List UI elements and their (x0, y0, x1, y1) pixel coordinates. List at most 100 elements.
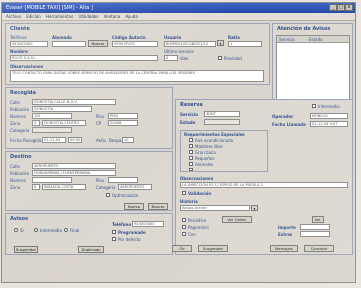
cliente-panel: Cliente Teléfono 943003400 Abonado Busca… (5, 23, 270, 85)
req-animales-label: Animales (195, 162, 214, 167)
destino-numero-label: Número (10, 178, 26, 183)
destino-zona-code[interactable]: 8 (32, 184, 40, 190)
telefono-label: Teléfono (10, 35, 27, 40)
title-bar: Evaser [MOBILE TAXI] [SIM] - Alta ] _ □ … (2, 3, 355, 13)
historia-label: Historia (180, 199, 198, 204)
fecha-llamada-label: Fecha Llamada (272, 122, 306, 127)
aviso-si-radio[interactable] (14, 228, 18, 232)
recogida-numero-label: Número (10, 114, 26, 119)
suspender-aviso-button[interactable]: Suspender (14, 246, 38, 253)
destino-title: Destino (10, 154, 32, 160)
ratio-input[interactable]: 1 (228, 41, 262, 47)
observaciones-cliente-field[interactable]: TELF. CONTACTO PARA DUDAS SOBRE SERVICIO… (10, 70, 264, 82)
menu-edicion[interactable]: Edición (26, 14, 40, 19)
requerimientos-title: Requerimientos Especiales (184, 132, 245, 137)
importe-label: Importe (278, 225, 296, 230)
recogida-calle-input[interactable]: DONOSTIA CALLE N.G.V (32, 99, 116, 105)
fecha-recogida-input[interactable]: 01-11-04 (42, 137, 66, 143)
nombre-input[interactable]: RO.FE S.A S.L (10, 55, 158, 61)
con-checkbox[interactable] (182, 232, 186, 236)
usuario-dropdown-icon[interactable]: ▾ (217, 40, 224, 46)
codigo-input[interactable]: 9590 MVCS (112, 41, 158, 47)
telefono-input[interactable]: 943003400 (10, 41, 48, 47)
destino-buscar-button[interactable]: Buscar (148, 203, 168, 210)
maximize-button[interactable]: □ (337, 4, 345, 11)
periodico-label: Periódico (188, 218, 207, 223)
reserva-intermedio-checkbox[interactable] (312, 104, 316, 108)
destino-numero-input[interactable] (32, 177, 72, 183)
req-baca-checkbox[interactable] (189, 150, 193, 154)
reserva-intermedio-label: Intermedio (318, 104, 340, 109)
codigo-label: Código Autoriz. (112, 35, 147, 40)
historia-dropdown-icon[interactable]: ▾ (251, 205, 258, 211)
destino-poblacion-input[interactable]: HONDARRIBIA / FUENTERRABIA (32, 170, 116, 176)
recogida-categoria-input[interactable] (32, 127, 72, 133)
menu-utilidades[interactable]: Utilidades (79, 14, 99, 19)
suspender-button[interactable]: Suspender (198, 245, 228, 252)
historia-select[interactable]: Avisos cliente (180, 205, 250, 211)
recogida-cp-input[interactable]: 20008 (108, 120, 138, 126)
req-pequenos-checkbox[interactable] (189, 156, 193, 160)
recogida-poblacion-input[interactable]: DONOSTIA (32, 106, 92, 112)
extras-label: Extras (278, 232, 293, 237)
menu-herramientas[interactable]: Herramientas (46, 14, 73, 19)
aviso-telefono-input[interactable]: 943003400 (132, 221, 164, 227)
validacion-label: Validación (188, 191, 212, 196)
close-button[interactable]: x (345, 4, 353, 11)
abonado-input[interactable] (52, 41, 86, 47)
periodico-checkbox[interactable] (182, 218, 186, 222)
prioridad-checkbox[interactable] (218, 56, 222, 60)
menu-archivo[interactable]: Archivo (6, 14, 21, 19)
fecha-llamada-input: 01-11-04 9:07 (310, 121, 348, 127)
buscar-cliente-button[interactable]: Buscar (88, 40, 108, 47)
reserva-observaciones-field[interactable]: LA DIRECCIÓN ES C/ ESPEJO DE LA PUEBLA 1 (180, 182, 348, 188)
recogida-piso-input[interactable]: PISO (108, 113, 138, 119)
defecto-checkbox[interactable] (112, 237, 116, 241)
col-servicio[interactable]: Servicio (279, 37, 295, 42)
req-maletero-checkbox[interactable] (189, 144, 193, 148)
extras-input[interactable] (300, 231, 330, 237)
destino-calle-input[interactable]: AEROPUERTO (32, 163, 116, 169)
destino-nuevo-button[interactable]: Nuevo (124, 203, 144, 210)
ok-button[interactable]: Ok (172, 245, 192, 252)
operador-label: Operador (272, 114, 294, 119)
antic-input[interactable]: 10 (122, 137, 134, 143)
duplicado-button[interactable]: Duplicado (78, 246, 104, 253)
ver-caled-button[interactable]: Ver Caled. (222, 216, 252, 223)
sel-button[interactable]: Sel. (312, 216, 324, 223)
usuario-label: Usuario (164, 35, 182, 40)
reserva-panel: Reserva Intermedio Servicio 3DNT Estado … (172, 99, 353, 255)
req-animales-checkbox[interactable] (189, 162, 193, 166)
destino-zona-input[interactable]: BIDASOA COSTA (42, 184, 86, 190)
aviso-final-radio[interactable] (64, 228, 68, 232)
aviso-intermedio-radio[interactable] (34, 228, 38, 232)
destino-piso-input[interactable] (108, 177, 138, 183)
dias-label: días (180, 56, 189, 61)
col-estado[interactable]: Estado (309, 37, 323, 42)
validacion-checkbox[interactable] (182, 191, 186, 195)
minimize-button[interactable]: _ (329, 4, 337, 11)
programado-checkbox[interactable] (112, 230, 116, 234)
con-label: Con (188, 232, 196, 237)
req-baca-label: Gran baca (195, 150, 216, 155)
pagomovil-checkbox[interactable] (182, 225, 186, 229)
req-aire-checkbox[interactable] (189, 138, 193, 142)
recogida-zona-code[interactable]: 3 (32, 120, 40, 126)
reserva-title: Reserva (180, 102, 203, 108)
mensajes-button[interactable]: Mensajes (270, 245, 298, 252)
menu-ayuda[interactable]: Ayuda (125, 14, 137, 19)
optimizacion-checkbox[interactable] (106, 193, 110, 197)
ratio-label: Ratio (228, 35, 240, 40)
usuario-input[interactable]: BOMB/010/CL/B/021/12 (164, 41, 216, 47)
recogida-zona-input[interactable]: DONOSTIA CENTRO (42, 120, 86, 126)
hora-recogida-input[interactable]: 09:30 (68, 137, 82, 143)
menu-ventana[interactable]: Ventana (104, 14, 120, 19)
app-window: Evaser [MOBILE TAXI] [SIM] - Alta ] _ □ … (1, 2, 356, 283)
importe-input[interactable] (300, 224, 330, 230)
destino-categoria-input[interactable]: AEROPUERTO (118, 184, 152, 190)
cancelar-button[interactable]: Cancelar (304, 245, 334, 252)
pagomovil-label: Pagomóvil (188, 225, 209, 230)
recogida-panel: Recogida Calle DONOSTIA CALLE N.G.V Pobl… (5, 87, 173, 149)
recogida-numero-input[interactable]: 101 (32, 113, 72, 119)
req-video-checkbox[interactable] (189, 168, 193, 171)
